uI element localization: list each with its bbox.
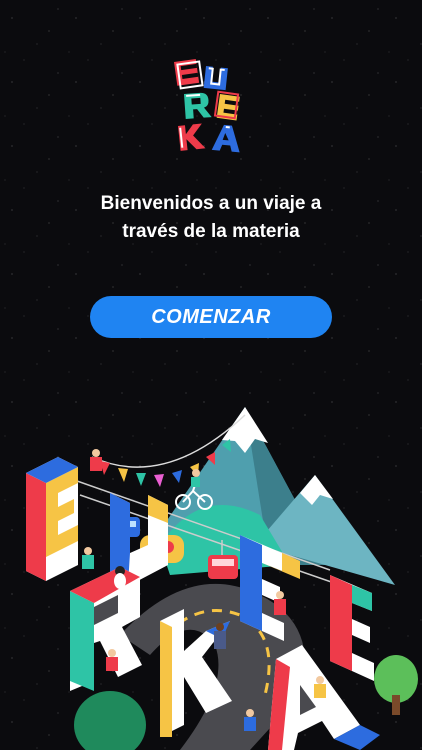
welcome-line-1: Bienvenidos a un viaje a <box>100 193 322 214</box>
welcome-heading: Bienvenidos a un viaje a través de la ma… <box>0 190 422 246</box>
logo-letter-r <box>184 92 212 119</box>
big-letter-e3 <box>330 575 374 681</box>
eureka-logo <box>174 58 240 153</box>
logo-letter-a <box>211 124 240 153</box>
logo-letter-e2 <box>213 90 240 121</box>
welcome-line-2: través de la materia <box>122 221 300 242</box>
eureka-illustration <box>26 407 418 750</box>
logo-letter-e1 <box>174 58 204 90</box>
logo-letter-u <box>203 66 228 91</box>
logo-letter-k <box>178 123 206 151</box>
start-button[interactable]: COMENZAR <box>90 296 332 338</box>
big-letter-e1 <box>26 457 78 581</box>
